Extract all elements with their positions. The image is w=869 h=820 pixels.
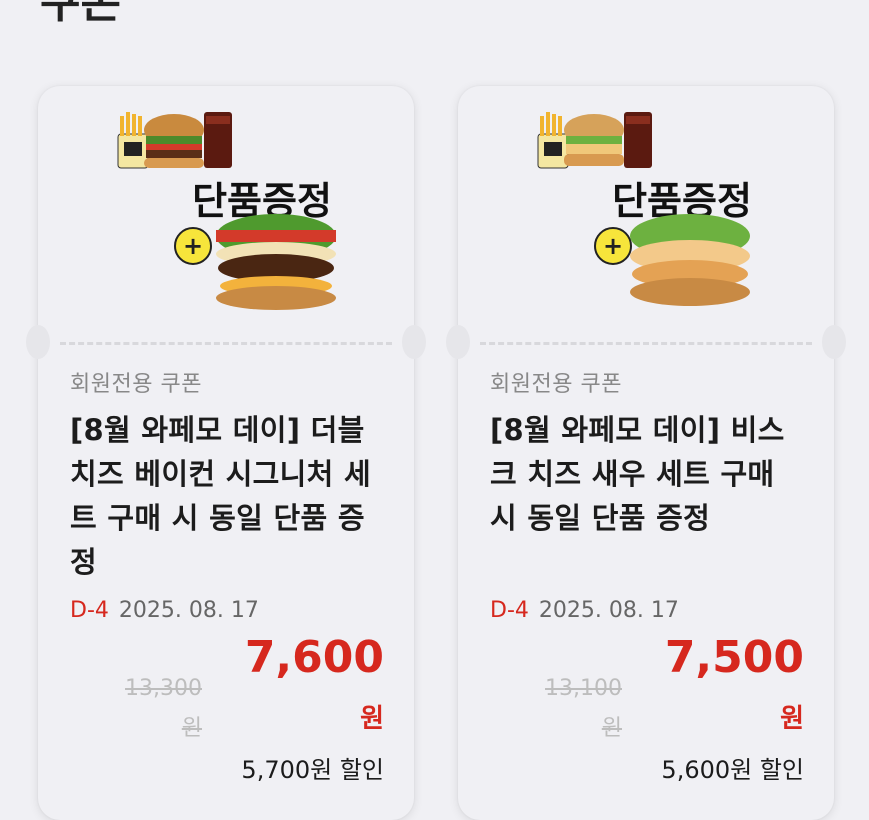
dashed-divider [480,342,812,345]
dday-badge: D-4 [490,598,529,623]
dashed-divider [60,342,392,345]
expiry-date: 2025. 08. 17 [538,598,679,623]
original-price: 13,300 [125,676,202,701]
ticket-notch [402,325,426,359]
original-price: 13,100 [545,676,622,701]
sale-price: 7,600 [244,632,384,683]
drink-icon [624,112,652,168]
discount-amount: 5,700원 할인 [241,756,384,784]
coupon-title: [8월 와페모 데이] 더블치즈 베이컨 시그니처 세트 구매 시 동일 단품 … [70,413,371,579]
drink-icon [204,112,232,168]
coupon-product-image: 단품증정 + [537,112,752,306]
coupon-expiry: D-4 2025. 08. 17 [70,598,259,623]
burger-icon [564,114,624,166]
coupon-title: [8월 와페모 데이] 비스크 치즈 새우 세트 구매 시 동일 단품 증정 [490,413,785,535]
ticket-notch [446,325,470,359]
burger-icon [144,114,204,168]
fries-icon [117,112,149,169]
svg-text:+: + [603,232,623,260]
fries-icon [537,112,569,169]
coupon-card[interactable]: 단품증정 + 회원전용 쿠폰 [8월 와페모 데이] 더블치즈 베이컨 시그니처… [26,86,426,820]
original-price-unit: 원 [181,716,202,741]
discount-amount: 5,600원 할인 [661,756,804,784]
ticket-notch [822,325,846,359]
dday-badge: D-4 [70,598,109,623]
page-title: 쿠폰 [40,0,121,28]
coupon-label: 회원전용 쿠폰 [490,372,622,397]
coupon-label: 회원전용 쿠폰 [70,372,202,397]
burger-icon [630,214,750,306]
coupon-expiry: D-4 2025. 08. 17 [490,598,679,623]
sale-price-unit: 원 [360,704,384,734]
original-price-unit: 원 [601,716,622,741]
svg-text:+: + [183,232,203,260]
burger-icon [216,214,336,310]
coupon-product-image: 단품증정 + [117,112,336,310]
ticket-notch [26,325,50,359]
sale-price-unit: 원 [780,704,804,734]
expiry-date: 2025. 08. 17 [118,598,259,623]
sale-price: 7,500 [664,632,804,683]
coupon-card[interactable]: 단품증정 + 회원전용 쿠폰 [8월 와페모 데이] 비스크 치즈 새우 세트 … [446,86,846,820]
